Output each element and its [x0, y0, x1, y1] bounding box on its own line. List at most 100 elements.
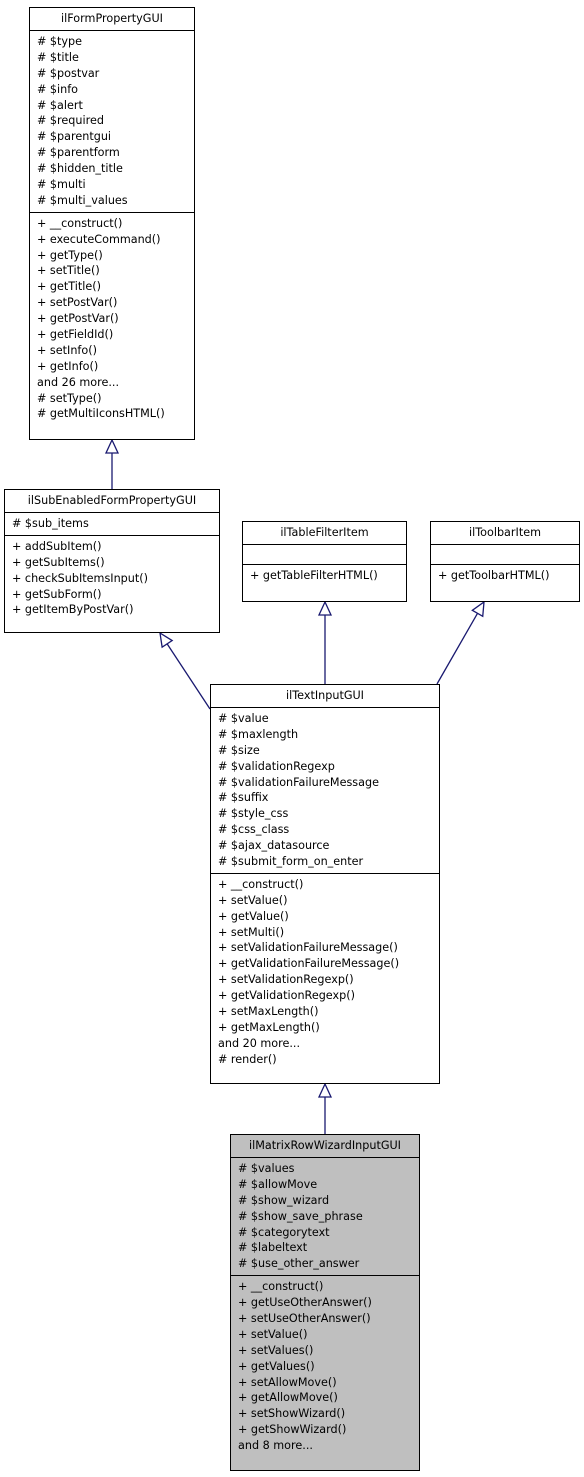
method-item: + setInfo(): [37, 343, 97, 357]
attribute-item: # $postvar: [37, 66, 100, 80]
attribute-item: # $categorytext: [238, 1225, 330, 1239]
methods-section: + __construct() + setValue() + getValue() +…: [211, 874, 439, 1071]
attributes-section: # $value # $maxlength # $size # $validation…: [211, 708, 439, 874]
method-item: + getMaxLength(): [218, 1020, 320, 1034]
class-name: ilMatrixRowWizardInputGUI: [231, 1135, 419, 1158]
method-item: + setMaxLength(): [218, 1005, 319, 1019]
attribute-item: # $validationRegexp: [218, 759, 335, 773]
inheritance-edge: [436, 612, 479, 685]
attribute-item: # $show_wizard: [238, 1193, 330, 1207]
attribute-item: # $style_css: [218, 807, 289, 821]
inheritance-arrowhead-icon: [159, 631, 174, 649]
method-item: + addSubItem(): [12, 539, 102, 553]
class-box-iltablefilteritem[interactable]: ilTableFilterItem + getTableFilterHTML(): [242, 521, 407, 602]
method-item: + getInfo(): [37, 359, 99, 373]
class-name: ilTextInputGUI: [211, 685, 439, 708]
inheritance-arrowhead-icon: [104, 438, 120, 454]
method-item: + getShowWizard(): [238, 1423, 347, 1437]
attribute-item: # $alert: [37, 98, 83, 112]
method-item: + getItemByPostVar(): [12, 603, 134, 617]
attributes-section: # $type # $title # $postvar # $info # $alert…: [30, 31, 194, 213]
attribute-item: # $labeltext: [238, 1241, 308, 1255]
method-item: # setType(): [37, 391, 102, 405]
method-item: + setValues(): [238, 1343, 314, 1357]
attributes-section: [243, 545, 406, 565]
method-item: + getFieldId(): [37, 328, 114, 342]
method-item: + getAllowMove(): [238, 1391, 338, 1405]
attribute-item: # $show_save_phrase: [238, 1209, 363, 1223]
attribute-item: # $ajax_datasource: [218, 839, 330, 853]
method-item: and 8 more...: [238, 1439, 313, 1453]
inheritance-arrowhead-icon: [471, 600, 485, 618]
method-item: and 20 more...: [218, 1036, 301, 1050]
class-box-ilmatrixrowwizardinputgui[interactable]: ilMatrixRowWizardInputGUI # $values # $all…: [230, 1134, 420, 1471]
method-item: + getValidationFailureMessage(): [218, 957, 400, 971]
method-item: + __construct(): [37, 216, 123, 230]
method-item: + setAllowMove(): [238, 1375, 337, 1389]
method-item: + setMulti(): [218, 925, 285, 939]
attributes-section: [431, 545, 579, 565]
attribute-item: # $sub_items: [12, 517, 89, 530]
attributes-section: # $values # $allowMove # $show_wizard # $sh…: [231, 1158, 419, 1277]
attribute-item: # $multi_values: [37, 193, 128, 207]
method-item: + getSubItems(): [12, 555, 105, 569]
method-item: + setValue(): [218, 893, 288, 907]
method-item: + getType(): [37, 248, 103, 262]
method-item: + setValidationRegexp(): [218, 973, 354, 987]
method-item: + executeCommand(): [37, 232, 161, 246]
method-item: + __construct(): [238, 1280, 324, 1294]
attribute-item: # $parentform: [37, 146, 120, 160]
method-item: + checkSubItemsInput(): [12, 571, 148, 585]
method-item: + setShowWizard(): [238, 1407, 346, 1421]
attribute-item: # $info: [37, 82, 79, 96]
attribute-item: # $suffix: [218, 791, 269, 805]
attribute-item: # $allowMove: [238, 1177, 318, 1191]
attribute-item: # $required: [37, 114, 104, 128]
attribute-item: # $css_class: [218, 823, 290, 837]
attribute-item: # $multi: [37, 178, 86, 192]
class-box-iltextinputgui[interactable]: ilTextInputGUI # $value # $maxlength # $siz…: [210, 684, 440, 1084]
methods-section: + getToolbarHTML(): [431, 565, 579, 587]
method-item: + getSubForm(): [12, 587, 102, 601]
attribute-item: # $size: [218, 743, 260, 757]
attribute-item: # $hidden_title: [37, 162, 123, 176]
method-item: # render(): [218, 1052, 277, 1066]
class-box-ilformpropertygui[interactable]: ilFormPropertyGUI # $type # $title # $postv…: [29, 7, 195, 440]
class-name: ilTableFilterItem: [243, 522, 406, 545]
method-item: + getTableFilterHTML(): [250, 569, 378, 582]
method-item: + getTitle(): [37, 280, 102, 294]
attribute-item: # $values: [238, 1162, 295, 1175]
method-item: + setValidationFailureMessage(): [218, 941, 398, 955]
class-name: ilFormPropertyGUI: [30, 8, 194, 31]
method-item: and 26 more...: [37, 375, 120, 389]
attribute-item: # $submit_form_on_enter: [218, 855, 364, 869]
attributes-section: # $sub_items: [5, 513, 219, 536]
methods-section: + __construct() + getUseOtherAnswer() + se…: [231, 1276, 419, 1457]
attribute-item: # $type: [37, 35, 83, 48]
class-box-iltoolbaritem[interactable]: ilToolbarItem + getToolbarHTML(): [430, 521, 580, 602]
attribute-item: # $title: [37, 50, 79, 64]
inheritance-arrowhead-icon: [317, 1082, 333, 1098]
method-item: + getPostVar(): [37, 312, 119, 326]
methods-section: + __construct() + executeCommand() + getTy…: [30, 213, 194, 426]
attribute-item: # $use_other_answer: [238, 1257, 360, 1271]
method-item: + getUseOtherAnswer(): [238, 1296, 372, 1310]
method-item: # getMultiIconsHTML(): [37, 407, 165, 421]
method-item: + getToolbarHTML(): [438, 569, 550, 582]
class-name: ilToolbarItem: [431, 522, 579, 545]
inheritance-edge: [166, 643, 211, 710]
attribute-item: # $validationFailureMessage: [218, 775, 379, 789]
attribute-item: # $maxlength: [218, 727, 299, 741]
methods-section: + addSubItem() + getSubItems() + checkSubI…: [5, 536, 219, 621]
method-item: + setTitle(): [37, 264, 100, 278]
attribute-item: # $value: [218, 712, 269, 725]
method-item: + setValue(): [238, 1327, 308, 1341]
class-box-ilsubenabledformpropertygui[interactable]: ilSubEnabledFormPropertyGUI # $sub_items +…: [4, 489, 220, 633]
attribute-item: # $parentgui: [37, 130, 112, 144]
methods-section: + getTableFilterHTML(): [243, 565, 406, 587]
class-name: ilSubEnabledFormPropertyGUI: [5, 490, 219, 513]
method-item: + setUseOtherAnswer(): [238, 1312, 371, 1326]
inheritance-arrowhead-icon: [317, 600, 333, 616]
method-item: + setPostVar(): [37, 296, 118, 310]
method-item: + getValues(): [238, 1359, 315, 1373]
